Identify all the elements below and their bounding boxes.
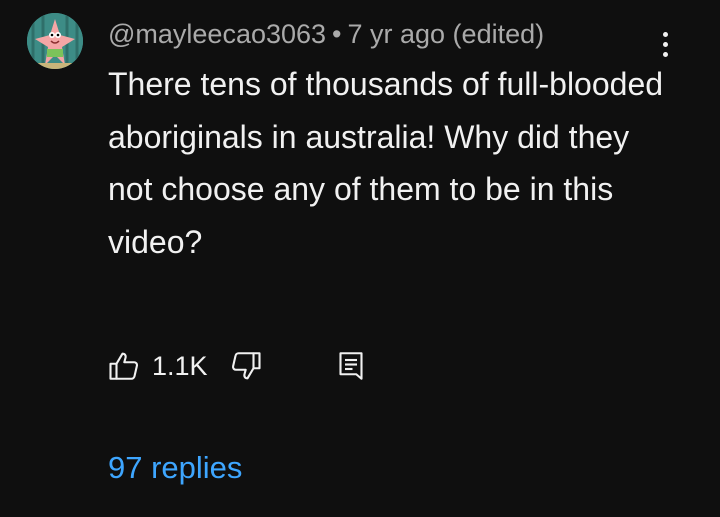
separator-dot: • xyxy=(332,19,342,49)
more-vertical-icon[interactable] xyxy=(650,26,680,62)
comment-actions: 1.1K xyxy=(106,346,366,386)
more-dot xyxy=(662,51,668,57)
more-dot xyxy=(662,31,668,37)
avatar[interactable] xyxy=(27,13,83,69)
patrick-star-avatar-icon xyxy=(27,13,83,69)
thumbs-down-icon[interactable] xyxy=(228,348,264,384)
author-name[interactable]: @mayleecao3063 xyxy=(108,19,326,49)
comment-text: There tens of thousands of full-blooded … xyxy=(108,66,664,260)
comment-header: @mayleecao3063 • 7 yr ago (edited) xyxy=(108,16,544,52)
view-replies-link[interactable]: 97 replies xyxy=(108,448,242,488)
thumbs-up-icon[interactable] xyxy=(106,348,142,384)
like-count: 1.1K xyxy=(152,350,208,381)
timestamp[interactable]: 7 yr ago (edited) xyxy=(348,19,545,49)
comment-card: @mayleecao3063 • 7 yr ago (edited) There t… xyxy=(0,0,720,517)
reply-icon[interactable] xyxy=(336,349,366,383)
more-dot xyxy=(662,41,668,47)
